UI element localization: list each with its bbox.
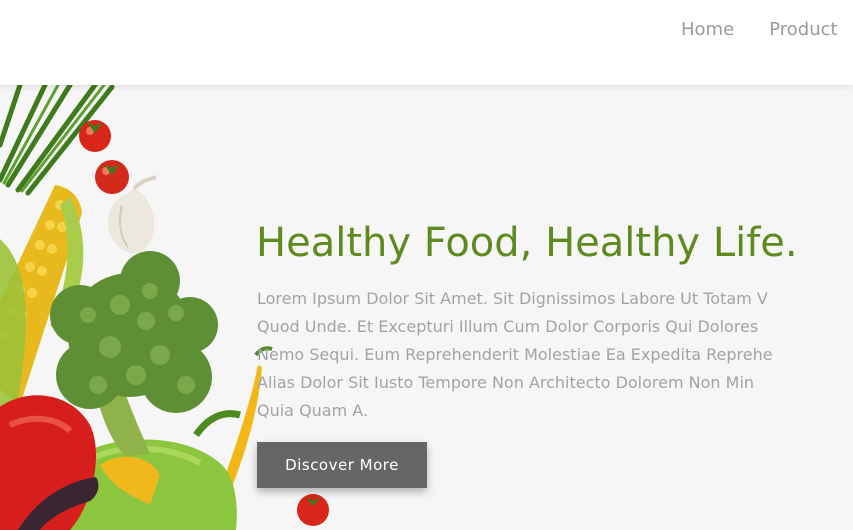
hero-description-line: Quod Unde. Et Excepturi Illum Cum Dolor … <box>257 317 759 336</box>
nav-links: Home Product <box>681 19 853 40</box>
hero-description-line: Quia Quam A. <box>257 401 369 420</box>
nav-link-home[interactable]: Home <box>681 19 734 40</box>
hero-description-line: Nemo Sequi. Eum Reprehenderit Molestiae … <box>257 345 773 364</box>
hero-description-line: Alias Dolor Sit Iusto Tempore Non Archit… <box>257 373 755 392</box>
hero-description-line: Lorem Ipsum Dolor Sit Amet. Sit Dignissi… <box>257 289 768 308</box>
nav-link-product[interactable]: Product <box>769 19 837 40</box>
hero-section: Healthy Food, Healthy Life. Lorem Ipsum … <box>0 85 853 530</box>
hero-title: Healthy Food, Healthy Life. <box>256 220 798 266</box>
navbar: Home Product <box>0 0 853 85</box>
discover-more-button[interactable]: Discover More <box>257 442 427 488</box>
hero-description: Lorem Ipsum Dolor Sit Amet. Sit Dignissi… <box>257 285 853 425</box>
